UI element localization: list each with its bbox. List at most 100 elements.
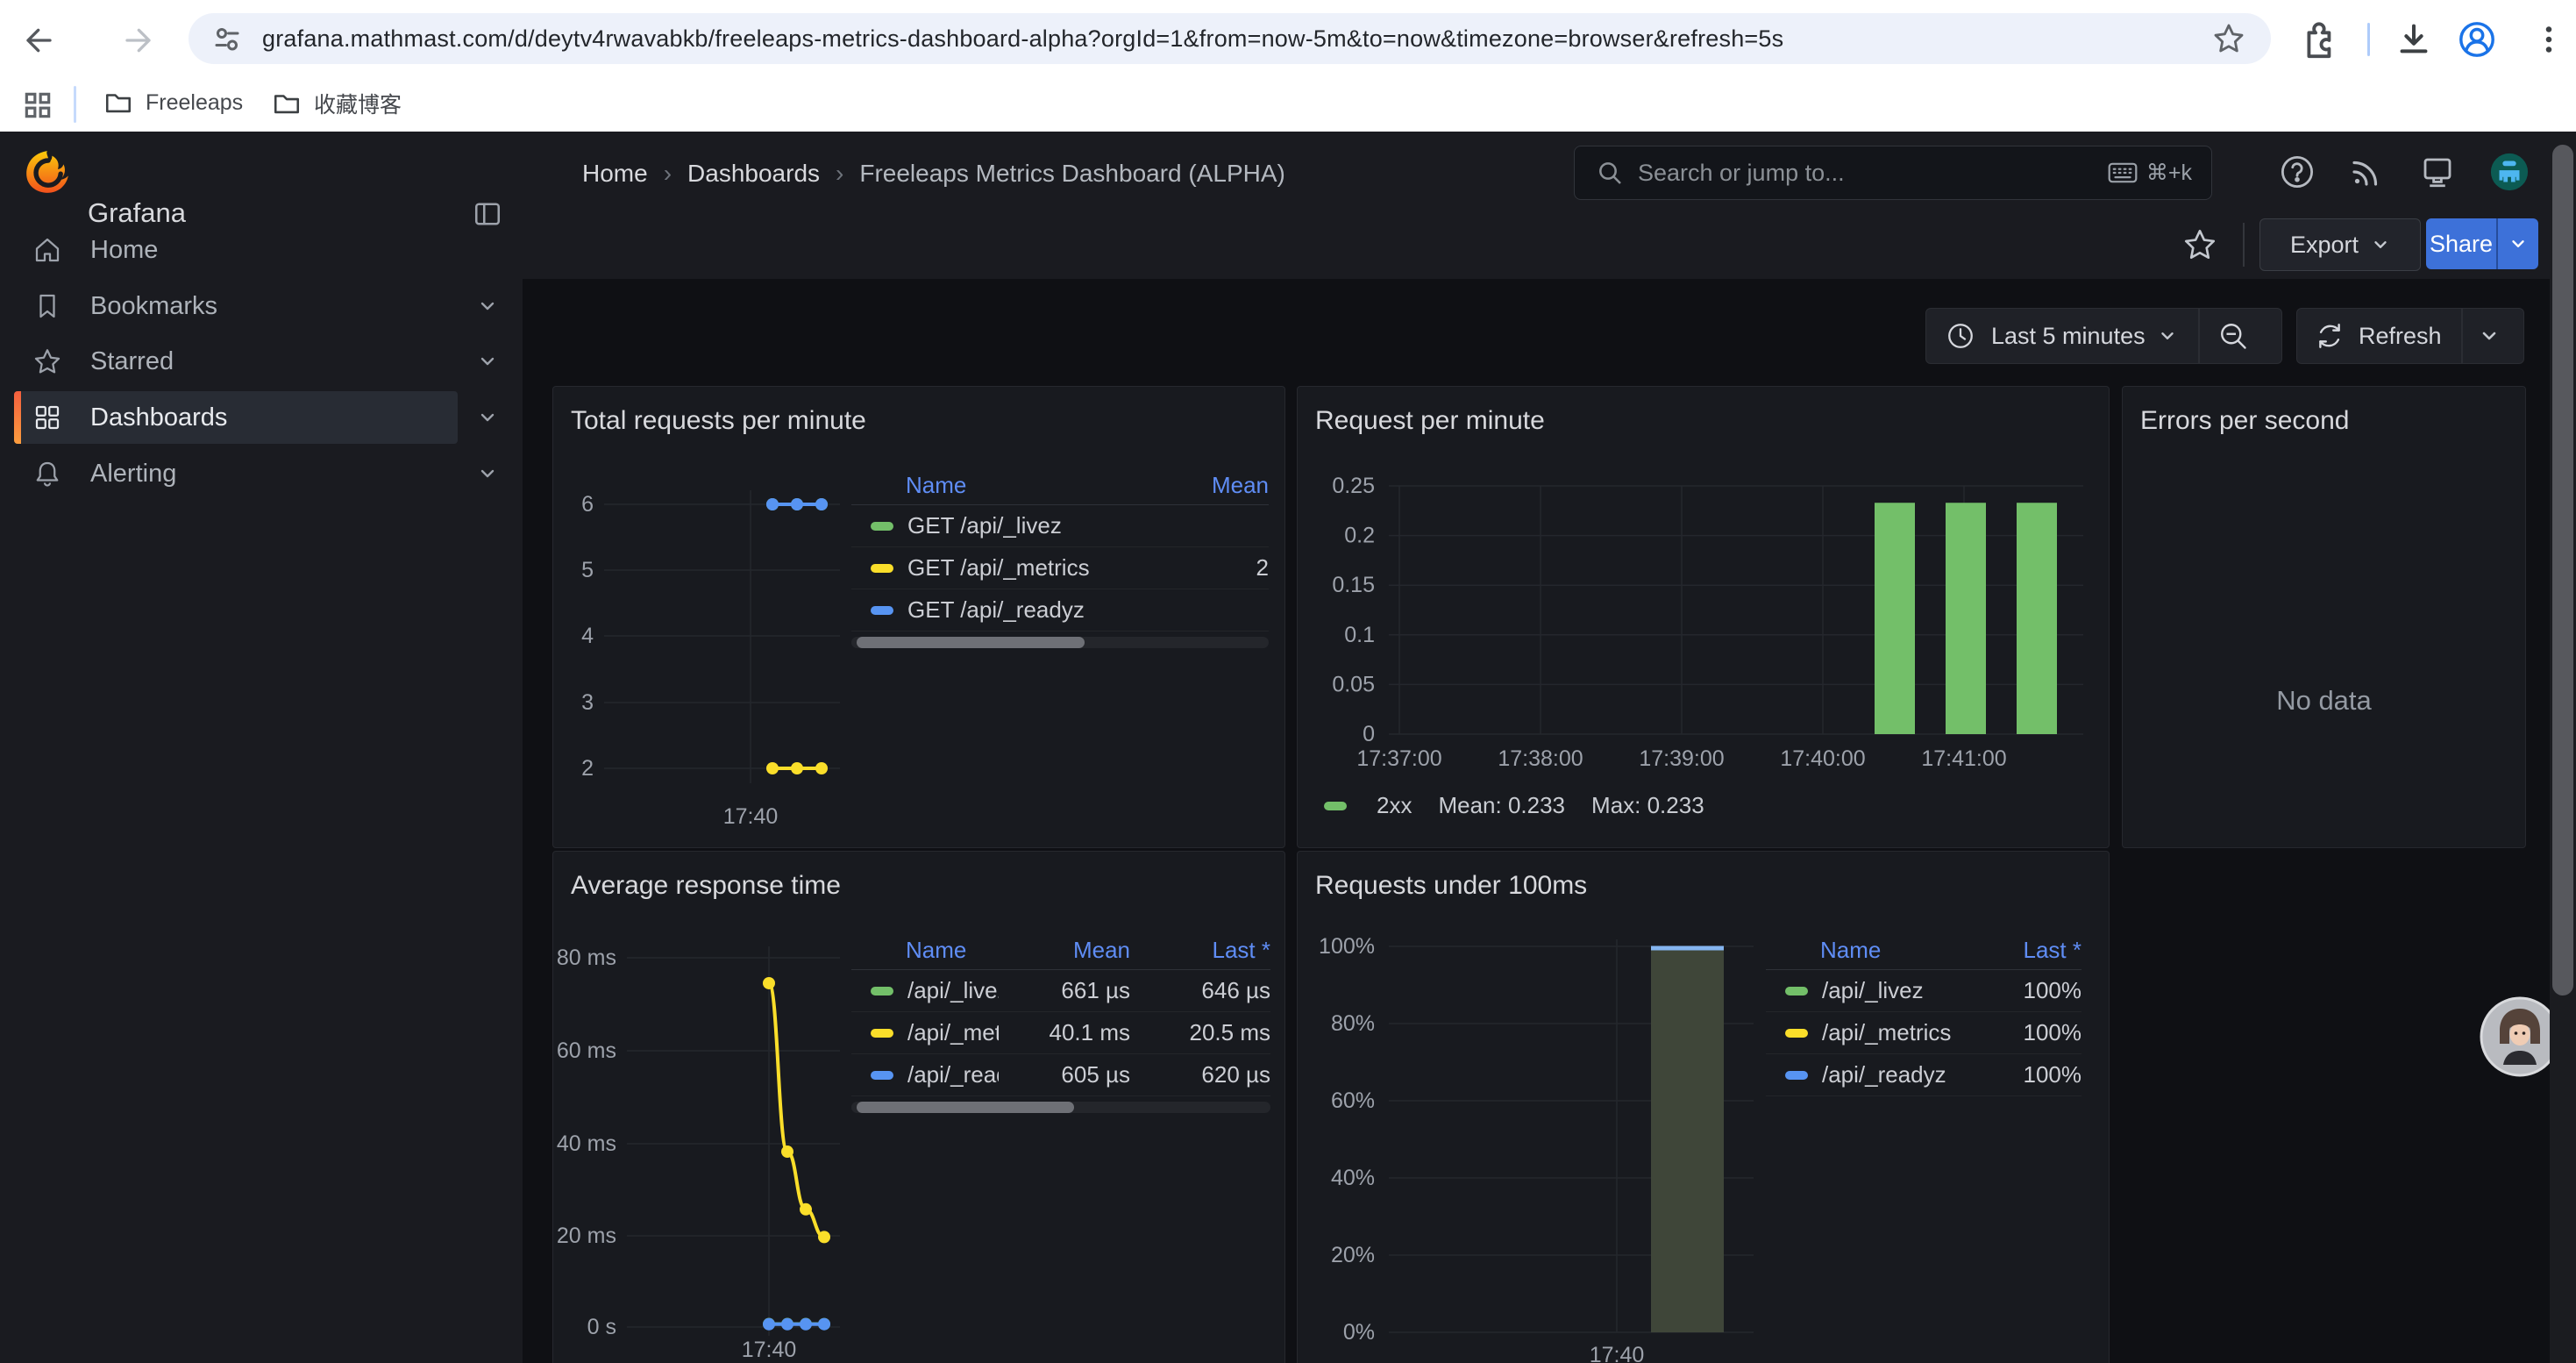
chevron-down-icon[interactable] <box>477 407 498 428</box>
series-value: 620 µs <box>1130 1061 1270 1088</box>
favorite-star-icon[interactable] <box>2181 226 2218 263</box>
series-value: 646 µs <box>1130 977 1270 1004</box>
bell-icon <box>32 458 63 489</box>
legend-col[interactable]: Mean <box>999 937 1130 964</box>
legend-col[interactable]: Mean <box>1162 472 1269 499</box>
no-data-text: No data <box>2123 685 2525 717</box>
time-range-label[interactable]: Last 5 minutes <box>1991 323 2145 350</box>
legend-col[interactable]: Last * <box>1976 937 2081 964</box>
series-name[interactable]: /api/_readyz <box>907 1061 999 1088</box>
menu-kebab-icon[interactable] <box>2529 19 2569 60</box>
legend-row: 2xxMean: 0.233Max: 0.233 <box>1324 792 1704 819</box>
panel-requests-under-100ms[interactable]: Requests under 100ms 100%80%60%40%20%0%1… <box>1297 851 2110 1363</box>
series-name[interactable]: /api/_metrics <box>907 1019 999 1046</box>
url-text[interactable]: grafana.mathmast.com/d/deytv4rwavabkb/fr… <box>262 25 2211 53</box>
profile-icon[interactable] <box>2457 19 2497 60</box>
series-name[interactable]: 2xx <box>1377 792 1412 819</box>
breadcrumb-current: Freeleaps Metrics Dashboard (ALPHA) <box>859 160 1285 188</box>
legend-col-name[interactable]: Name <box>851 937 999 964</box>
active-item-accent <box>14 391 21 444</box>
series-color-pill <box>871 522 893 531</box>
help-icon[interactable] <box>2279 153 2316 190</box>
svg-text:40 ms: 40 ms <box>557 1131 616 1156</box>
sidebar-item-bookmarks[interactable]: Bookmarks <box>0 278 523 334</box>
panel-avg-response-time[interactable]: Average response time 80 ms60 ms40 ms20 … <box>552 851 1285 1363</box>
user-avatar[interactable] <box>2489 152 2530 192</box>
series-name[interactable]: /api/_livez <box>907 977 999 1004</box>
sidebar-item-starred[interactable]: Starred <box>0 333 523 389</box>
export-button[interactable]: Export <box>2259 218 2421 271</box>
series-value: 40.1 ms <box>999 1019 1130 1046</box>
legend-row: /api/_metrics40.1 ms20.5 ms <box>851 1012 1270 1054</box>
floating-assistant-avatar[interactable] <box>2480 996 2560 1077</box>
panel-request-per-minute[interactable]: Request per minute 0.250.20.150.10.05017… <box>1297 386 2110 848</box>
share-menu-button[interactable] <box>2496 218 2538 269</box>
series-name[interactable]: /api/_metrics <box>1822 1019 1976 1046</box>
search-input[interactable]: Search or jump to... ⌘+k <box>1574 146 2212 200</box>
chevron-down-icon[interactable] <box>477 463 498 484</box>
download-icon[interactable] <box>2394 19 2434 60</box>
svg-text:17:41:00: 17:41:00 <box>1921 746 2006 771</box>
sidebar-item-alerting[interactable]: Alerting <box>0 446 523 502</box>
legend-table: NameLast */api/_livez100%/api/_metrics10… <box>1766 931 2081 1096</box>
scrollbar-thumb[interactable] <box>857 1102 1074 1113</box>
refresh-interval-chevron-icon[interactable] <box>2479 325 2500 346</box>
grafana-header: Home›Dashboards›Freeleaps Metrics Dashbo… <box>523 132 2576 280</box>
legend-col[interactable]: Last * <box>1130 937 1270 964</box>
bookmark-folder-label: 收藏博客 <box>314 88 402 119</box>
chevron-down-icon <box>2371 235 2390 254</box>
series-color-pill <box>1785 1029 1808 1038</box>
series-mean: Mean: 0.233 <box>1438 792 1565 819</box>
series-color-pill <box>1324 802 1347 810</box>
chevron-down-icon[interactable] <box>477 296 498 317</box>
extensions-icon[interactable] <box>2297 19 2338 60</box>
apps-grid-icon[interactable] <box>21 89 54 122</box>
sidebar-item-label: Home <box>90 236 158 265</box>
site-settings-icon[interactable] <box>211 23 243 54</box>
breadcrumb-link[interactable]: Home <box>582 160 648 188</box>
svg-text:80%: 80% <box>1331 1011 1375 1036</box>
svg-text:0.2: 0.2 <box>1344 524 1375 548</box>
refresh-label[interactable]: Refresh <box>2359 323 2442 350</box>
svg-text:5: 5 <box>581 558 594 582</box>
back-icon[interactable] <box>19 23 54 58</box>
series-name[interactable]: /api/_livez <box>1822 977 1976 1004</box>
series-name[interactable]: GET /api/_metrics <box>907 554 1162 582</box>
bookmark-folder-freeleaps[interactable]: Freeleaps <box>103 88 243 118</box>
legend-col-name[interactable]: Name <box>1766 937 1976 964</box>
legend-header: NameMeanLast * <box>851 931 1270 970</box>
rss-icon[interactable] <box>2348 153 2385 190</box>
svg-text:0.1: 0.1 <box>1344 623 1375 647</box>
chevron-down-icon[interactable] <box>477 351 498 372</box>
series-name[interactable]: GET /api/_livez <box>907 512 1162 539</box>
screen: grafana.mathmast.com/d/deytv4rwavabkb/fr… <box>0 0 2576 1363</box>
sidebar-item-dashboards[interactable]: Dashboards <box>0 389 523 446</box>
series-color-pill <box>871 987 893 995</box>
grafana-sidebar: Grafana HomeBookmarksStarredDashboardsAl… <box>0 132 523 1363</box>
page-scrollbar[interactable] <box>2550 132 2576 1363</box>
sidebar-item-home[interactable]: Home <box>0 222 523 278</box>
scrollbar-thumb[interactable] <box>857 637 1085 648</box>
share-button[interactable]: Share <box>2426 218 2496 269</box>
kiosk-monitor-icon[interactable] <box>2419 153 2456 190</box>
legend-col-name[interactable]: Name <box>851 472 1162 499</box>
series-color-pill <box>871 564 893 573</box>
folder-icon <box>103 88 133 118</box>
forward-icon[interactable] <box>123 23 158 58</box>
legend-hscrollbar[interactable] <box>851 637 1269 648</box>
series-name[interactable]: /api/_readyz <box>1822 1061 1976 1088</box>
series-name[interactable]: GET /api/_readyz <box>907 596 1162 624</box>
bookmark-folder-blogs[interactable]: 收藏博客 <box>272 88 402 119</box>
breadcrumb-link[interactable]: Dashboards <box>687 160 820 188</box>
panel-total-requests[interactable]: Total requests per minute 6543217:40 Nam… <box>552 386 1285 848</box>
svg-text:20%: 20% <box>1331 1243 1375 1267</box>
refresh-icon[interactable] <box>2315 321 2345 351</box>
url-bar[interactable]: grafana.mathmast.com/d/deytv4rwavabkb/fr… <box>189 13 2271 64</box>
scrollbar-thumb[interactable] <box>2552 145 2573 995</box>
svg-text:60 ms: 60 ms <box>557 1038 616 1063</box>
panel-errors-per-second[interactable]: Errors per second No data <box>2122 386 2526 848</box>
legend-hscrollbar[interactable] <box>851 1102 1270 1113</box>
bookmark-star-icon[interactable] <box>2211 21 2246 56</box>
zoom-out-icon[interactable] <box>2217 320 2249 352</box>
panel-title[interactable]: Errors per second <box>2140 406 2349 436</box>
